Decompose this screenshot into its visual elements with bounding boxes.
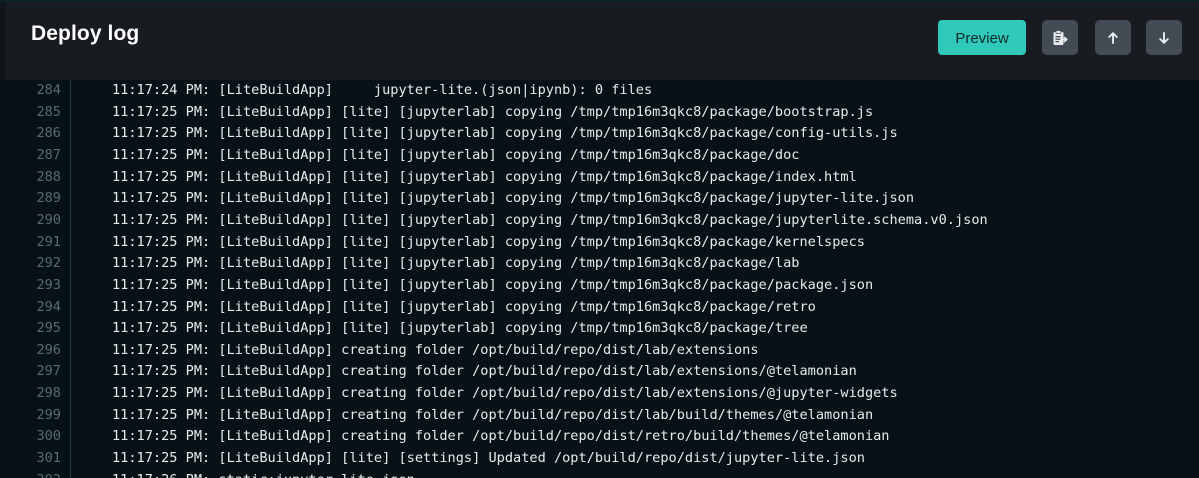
log-line-text: 11:17:25 PM: [LiteBuildApp] creating fol… [112, 385, 898, 402]
log-line: 286 11:17:25 PM: [LiteBuildApp] [lite] [j… [0, 125, 1199, 147]
line-number: 288 [36, 168, 61, 185]
log-line: 285 11:17:25 PM: [LiteBuildApp] [lite] [j… [0, 104, 1199, 126]
log-line-text: 11:17:25 PM: [LiteBuildApp] creating fol… [112, 428, 890, 445]
log-line: 288 11:17:25 PM: [LiteBuildApp] [lite] [j… [0, 169, 1199, 191]
log-line: 291 11:17:25 PM: [LiteBuildApp] [lite] [j… [0, 234, 1199, 256]
log-line-text: 11:17:26 PM: static:jupyter-lite.json [112, 472, 415, 478]
log-line-text: 11:17:25 PM: [LiteBuildApp] [lite] [jupy… [112, 233, 865, 250]
log-line: 299 11:17:25 PM: [LiteBuildApp] creating … [0, 407, 1199, 429]
line-number: 297 [36, 363, 61, 380]
log-line: 302 11:17:26 PM: static:jupyter-lite.json [0, 472, 1199, 478]
log-line: 296 11:17:25 PM: [LiteBuildApp] creating … [0, 342, 1199, 364]
log-line-text: 11:17:25 PM: [LiteBuildApp] [lite] [jupy… [112, 320, 808, 337]
log-line-text: 11:17:25 PM: [LiteBuildApp] [lite] [sett… [112, 450, 865, 467]
log-line: 295 11:17:25 PM: [LiteBuildApp] [lite] [j… [0, 320, 1199, 342]
log-line: 290 11:17:25 PM: [LiteBuildApp] [lite] [j… [0, 212, 1199, 234]
line-number: 300 [36, 428, 61, 445]
log-line-text: 11:17:25 PM: [LiteBuildApp] [lite] [jupy… [112, 298, 816, 315]
line-number: 294 [36, 298, 61, 315]
log-line-text: 11:17:25 PM: [LiteBuildApp] [lite] [jupy… [112, 103, 874, 120]
log-line-text: 11:17:25 PM: [LiteBuildApp] [lite] [jupy… [112, 168, 857, 185]
line-number: 301 [36, 450, 61, 467]
preview-button[interactable]: Preview [938, 20, 1026, 55]
line-number: 302 [0, 472, 61, 478]
scroll-to-bottom-button[interactable] [1146, 20, 1182, 55]
line-number: 298 [36, 385, 61, 402]
line-number: 295 [36, 320, 61, 337]
line-number: 296 [36, 341, 61, 358]
log-line: 289 11:17:25 PM: [LiteBuildApp] [lite] [j… [0, 190, 1199, 212]
line-number: 284 [36, 82, 61, 98]
log-line: 294 11:17:25 PM: [LiteBuildApp] [lite] [j… [0, 299, 1199, 321]
log-line-text: 11:17:25 PM: [LiteBuildApp] creating fol… [112, 363, 857, 380]
log-line-text: 11:17:25 PM: [LiteBuildApp] [lite] [jupy… [112, 190, 915, 207]
log-line: 301 11:17:25 PM: [LiteBuildApp] [lite] [s… [0, 450, 1199, 472]
line-number: 287 [36, 146, 61, 163]
line-number: 293 [36, 276, 61, 293]
arrow-down-icon [1157, 31, 1171, 45]
line-number: 290 [36, 211, 61, 228]
log-line: 292 11:17:25 PM: [LiteBuildApp] [lite] [j… [0, 255, 1199, 277]
log-line-text: 11:17:25 PM: [LiteBuildApp] [lite] [jupy… [112, 211, 988, 228]
line-number: 292 [36, 255, 61, 272]
log-line-text: 11:17:24 PM: [LiteBuildApp] jupyter-lite… [112, 82, 653, 98]
page-title: Deploy log [31, 22, 140, 45]
line-number: 291 [36, 233, 61, 250]
log-output[interactable]: 284 11:17:24 PM: [LiteBuildApp] jupyter-l… [0, 80, 1199, 478]
log-line-text: 11:17:25 PM: [LiteBuildApp] [lite] [jupy… [112, 255, 800, 272]
log-line: 287 11:17:25 PM: [LiteBuildApp] [lite] [j… [0, 147, 1199, 169]
header-bar: Deploy log Preview [0, 2, 1199, 80]
log-line-text: 11:17:25 PM: [LiteBuildApp] creating fol… [112, 406, 874, 423]
line-number: 286 [36, 125, 61, 142]
scroll-to-top-button[interactable] [1095, 20, 1131, 55]
log-line: 293 11:17:25 PM: [LiteBuildApp] [lite] [j… [0, 277, 1199, 299]
log-line: 298 11:17:25 PM: [LiteBuildApp] creating … [0, 385, 1199, 407]
log-line-text: 11:17:25 PM: [LiteBuildApp] [lite] [jupy… [112, 146, 800, 163]
line-number: 289 [36, 190, 61, 207]
line-number: 285 [36, 103, 61, 120]
arrow-up-icon [1106, 31, 1120, 45]
log-line-text: 11:17:25 PM: [LiteBuildApp] [lite] [jupy… [112, 276, 874, 293]
deploy-log-panel: Deploy log Preview 284 11:17:24 PM: [Lit… [0, 0, 1199, 478]
log-line: 300 11:17:25 PM: [LiteBuildApp] creating … [0, 428, 1199, 450]
clipboard-copy-icon [1051, 29, 1069, 47]
copy-log-button[interactable] [1042, 20, 1078, 55]
log-line-text: 11:17:25 PM: [LiteBuildApp] [lite] [jupy… [112, 125, 898, 142]
line-number: 299 [36, 406, 61, 423]
log-line-text: 11:17:25 PM: [LiteBuildApp] creating fol… [112, 341, 759, 358]
log-line: 297 11:17:25 PM: [LiteBuildApp] creating … [0, 363, 1199, 385]
log-line: 284 11:17:24 PM: [LiteBuildApp] jupyter-l… [0, 82, 1199, 104]
